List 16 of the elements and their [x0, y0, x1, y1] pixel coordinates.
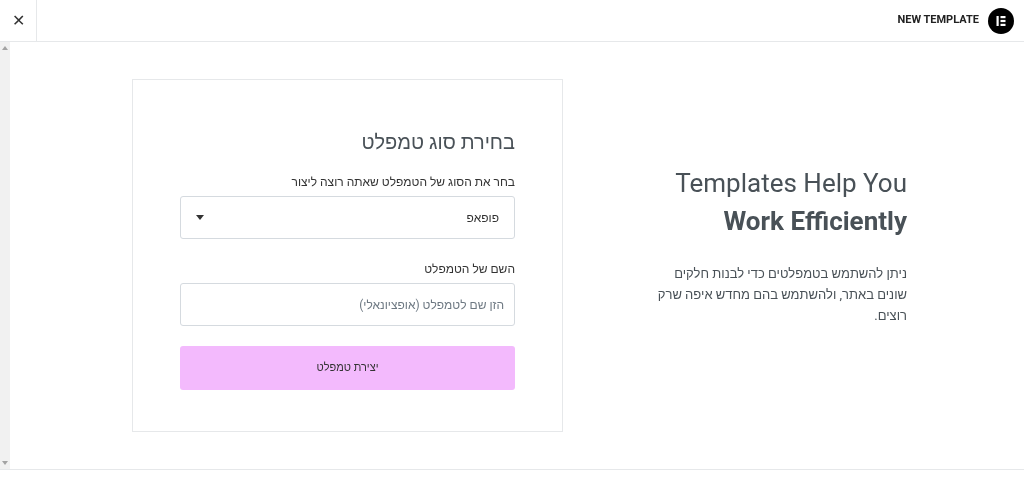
logo-icon	[988, 7, 1014, 34]
template-type-select[interactable]: פופאפ	[180, 196, 515, 239]
intro-title: Templates Help You	[675, 167, 907, 200]
header-title: NEW TEMPLATE	[897, 12, 979, 29]
close-button[interactable]: ✕	[0, 0, 37, 42]
create-template-button[interactable]: יצירת טמפלט	[180, 346, 515, 390]
form-heading: בחירת סוג טמפלט	[360, 129, 515, 156]
up-arrow-icon	[2, 46, 8, 50]
scrollbar[interactable]	[0, 42, 10, 469]
name-label: השם של הטמפלט	[423, 261, 515, 278]
intro-title-bold: Work Efficiently	[723, 205, 907, 238]
down-arrow-icon	[2, 461, 8, 465]
intro-description: ניתן להשתמש בטמפלטים כדי לבנות חלקים שונים באתר, ולהשתמש בהם מחדש איפה שרק רוצים.	[656, 265, 907, 325]
caret-icon	[196, 215, 204, 220]
type-label: בחר את הסוג של הטמפלט שאתה רוצה ליצור	[290, 174, 515, 191]
template-name-field[interactable]: הזן שם לטמפלט (אופציונאלי)	[180, 283, 515, 326]
